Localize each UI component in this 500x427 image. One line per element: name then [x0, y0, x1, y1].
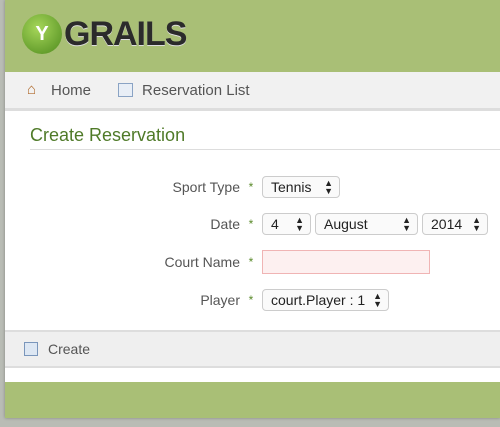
sport-type-value: Tennis [271, 179, 312, 195]
grails-logo[interactable]: Y GRAILS [22, 14, 187, 54]
required-star: * [248, 217, 254, 231]
required-star: * [248, 180, 254, 194]
month-value: August [324, 216, 368, 232]
required-star: * [248, 293, 254, 307]
player-row: Player * court.Player : 1 ▲ ▼ [5, 289, 393, 311]
date-month-select[interactable]: August ▲ ▼ [315, 213, 418, 235]
player-value: court.Player : 1 [271, 292, 366, 308]
list-icon [118, 83, 134, 97]
create-button[interactable]: Create [48, 341, 90, 357]
home-icon: ⌂ [27, 81, 37, 98]
sport-type-select[interactable]: Tennis ▲ ▼ [262, 176, 340, 198]
court-name-label: Court Name [164, 254, 240, 270]
nav-home-label: Home [51, 81, 92, 99]
grails-cup-icon: Y [22, 14, 62, 54]
page-title: Create Reservation [30, 125, 500, 150]
court-name-row: Court Name * [5, 250, 430, 274]
sport-type-label: Sport Type [172, 179, 240, 195]
required-star: * [248, 255, 254, 269]
logo-text: GRAILS [64, 14, 187, 53]
day-value: 4 [271, 216, 279, 232]
select-arrows-icon: ▲ ▼ [324, 178, 333, 196]
select-arrows-icon: ▲ ▼ [295, 215, 304, 233]
select-arrows-icon: ▲ ▼ [402, 215, 411, 233]
header: Y GRAILS [5, 0, 500, 72]
nav-home[interactable]: ⌂ Home [27, 82, 91, 99]
player-label: Player [200, 292, 240, 308]
select-arrows-icon: ▲ ▼ [373, 291, 382, 309]
nav-reservation-list[interactable]: Reservation List [118, 82, 250, 99]
date-label: Date [210, 216, 240, 232]
court-name-input[interactable] [262, 250, 430, 274]
year-value: 2014 [431, 216, 463, 232]
date-day-select[interactable]: 4 ▲ ▼ [262, 213, 311, 235]
select-arrows-icon: ▲ ▼ [472, 215, 481, 233]
footer [5, 382, 500, 418]
nav-reservation-list-label: Reservation List [142, 81, 250, 99]
page: Y GRAILS ⌂ Home Reservation List Create … [5, 0, 500, 418]
date-year-select[interactable]: 2014 ▲ ▼ [422, 213, 488, 235]
save-icon [24, 342, 38, 356]
sport-type-row: Sport Type * Tennis ▲ ▼ [5, 176, 344, 198]
nav-bar: ⌂ Home Reservation List [5, 72, 500, 111]
player-select[interactable]: court.Player : 1 ▲ ▼ [262, 289, 389, 311]
button-bar: Create [5, 330, 500, 368]
date-row: Date * 4 ▲ ▼ August ▲ ▼ 2014 ▲ ▼ [5, 213, 492, 235]
